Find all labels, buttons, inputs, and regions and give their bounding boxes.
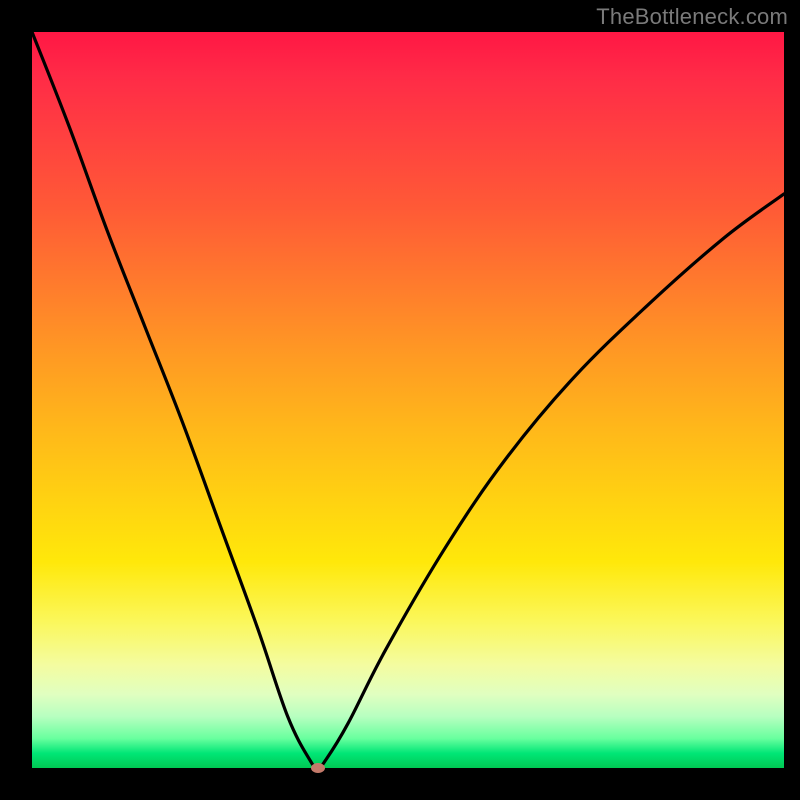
chart-plot-area: [32, 32, 784, 768]
bottleneck-curve: [32, 32, 784, 768]
watermark-label: TheBottleneck.com: [596, 4, 788, 30]
optimal-point-marker: [311, 763, 325, 773]
